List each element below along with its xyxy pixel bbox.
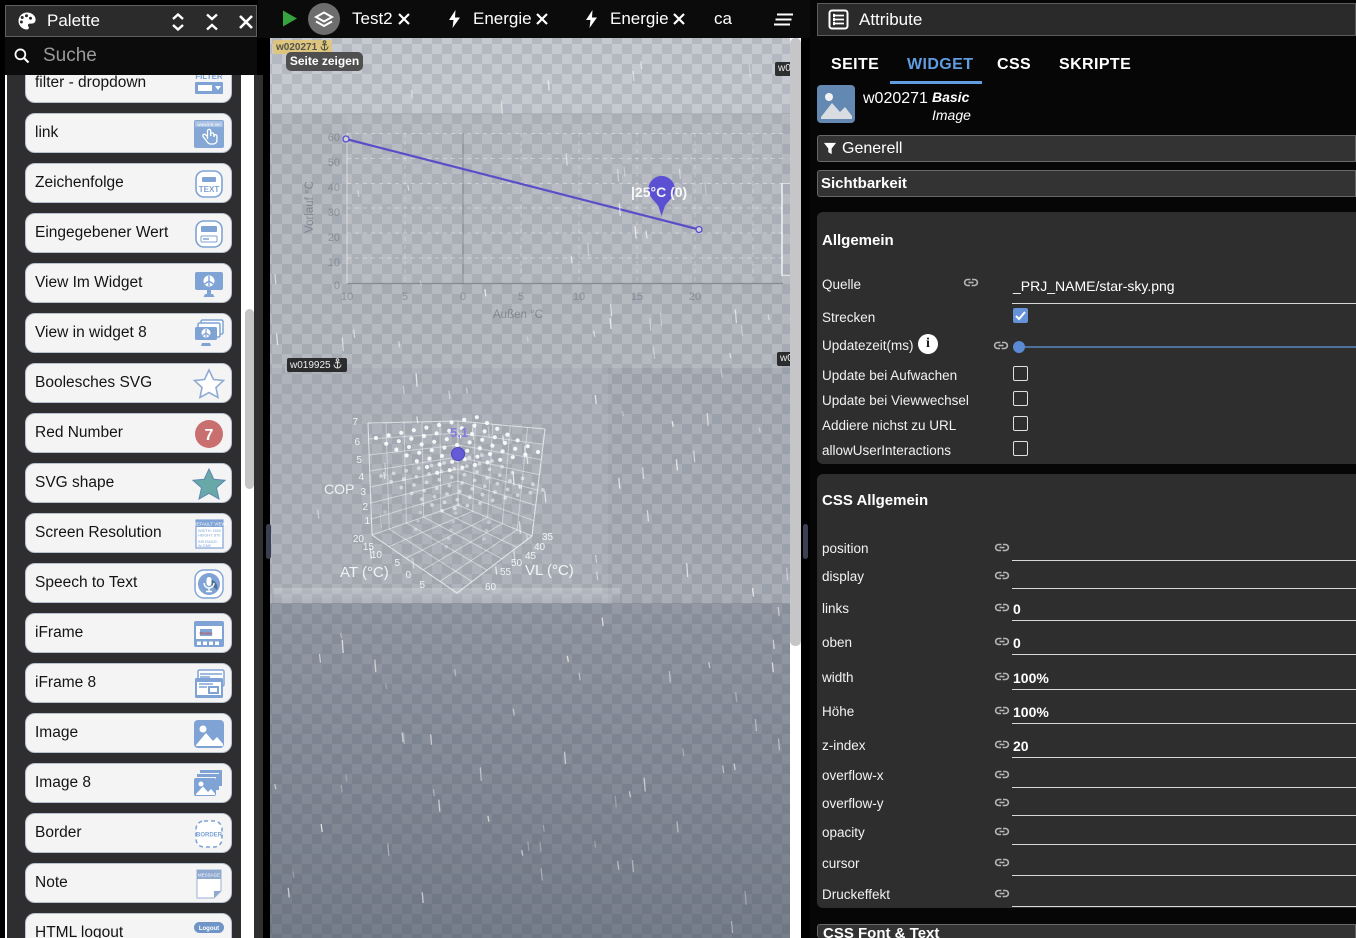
svg-text:AT (°C): AT (°C) — [340, 564, 389, 581]
svg-text:30: 30 — [328, 207, 340, 219]
svg-text:45: 45 — [525, 551, 537, 562]
svg-text:60: 60 — [485, 582, 497, 593]
svg-text:iFrame: iFrame — [199, 631, 213, 636]
svg-text:VL (°C): VL (°C) — [525, 562, 574, 579]
svg-text:WIDTH: 1600: WIDTH: 1600 — [198, 529, 221, 533]
svg-text:Vorlauf °C: Vorlauf °C — [304, 181, 316, 233]
svg-text:10: 10 — [573, 291, 585, 303]
svg-text:FILTER: FILTER — [195, 75, 223, 81]
svg-text:20: 20 — [689, 291, 701, 303]
svg-text:0: 0 — [334, 280, 340, 292]
svg-text:7: 7 — [205, 427, 214, 444]
svg-text:HEIGHT: 870: HEIGHT: 870 — [198, 534, 220, 538]
svg-text:5,1: 5,1 — [450, 425, 468, 440]
svg-text:60: 60 — [328, 132, 340, 144]
svg-text:W-ONE: W-ONE — [198, 544, 211, 548]
svg-text:5: 5 — [518, 291, 524, 303]
svg-text:10: 10 — [328, 257, 340, 269]
svg-text:10: 10 — [341, 291, 353, 303]
svg-text:|25°C (0): |25°C (0) — [631, 184, 687, 200]
svg-text:4: 4 — [358, 472, 364, 483]
svg-text:3: 3 — [360, 487, 366, 498]
svg-text:0: 0 — [405, 570, 411, 581]
svg-text:2: 2 — [362, 502, 368, 513]
svg-text:7: 7 — [352, 417, 358, 428]
svg-text:15: 15 — [631, 291, 643, 303]
svg-text:55: 55 — [500, 567, 512, 578]
svg-text:20: 20 — [328, 232, 340, 244]
svg-text:BORDER: BORDER — [196, 833, 223, 839]
svg-text:5: 5 — [356, 455, 362, 466]
svg-text:MESSAGE: MESSAGE — [198, 873, 220, 878]
svg-text:50: 50 — [328, 157, 340, 169]
svg-text:50: 50 — [511, 558, 523, 569]
svg-text:10: 10 — [371, 550, 383, 561]
svg-text:DEFAULT VIEW: DEFAULT VIEW — [193, 522, 226, 527]
svg-text:5: 5 — [419, 580, 425, 591]
svg-text:6: 6 — [354, 437, 360, 448]
svg-text:Logout: Logout — [199, 926, 219, 932]
svg-text:COP: COP — [324, 481, 354, 497]
svg-text:0: 0 — [460, 291, 466, 303]
svg-text:5: 5 — [394, 558, 400, 569]
svg-text:5: 5 — [402, 291, 408, 303]
svg-text:TEXT: TEXT — [199, 185, 220, 194]
svg-text:Außen °C: Außen °C — [493, 309, 543, 321]
svg-text:1: 1 — [364, 516, 370, 527]
svg-text:40: 40 — [328, 182, 340, 194]
svg-text:www.link.net: www.link.net — [197, 122, 221, 127]
